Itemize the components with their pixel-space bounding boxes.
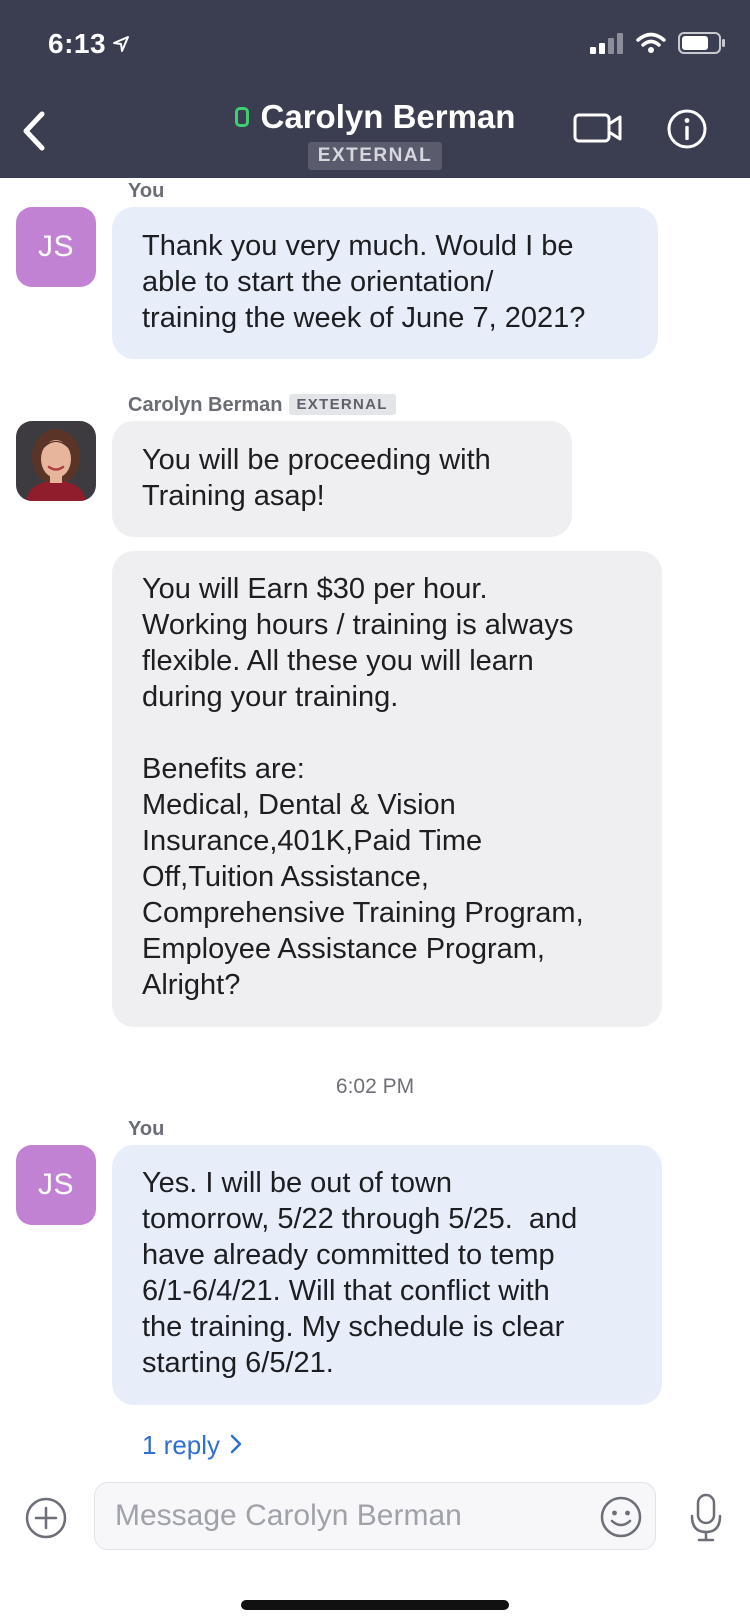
status-bar-indicators [590,32,726,59]
message-bubble[interactable]: You will Earn $30 per hour. Working hour… [112,551,662,1027]
reply-count: 1 reply [142,1430,221,1460]
avatar-initials: JS [37,1168,74,1201]
message-bubble[interactable]: Yes. I will be out of town tomorrow, 5/2… [112,1145,662,1405]
external-badge: EXTERNAL [307,142,443,170]
sender-label: You [128,1118,165,1140]
message-bubble[interactable]: You will be proceeding with Training asa… [112,421,572,537]
thread-reply-link[interactable]: 1 reply [142,1430,242,1461]
contact-name: Carolyn Berman [260,98,516,135]
presence-indicator [234,107,249,127]
home-indicator[interactable] [241,1600,509,1610]
avatar-initials: JS [37,230,74,263]
status-bar-time: 6:13 [48,28,130,60]
info-icon [666,108,708,155]
conversation-title[interactable]: Carolyn Berman EXTERNAL [0,98,750,170]
chevron-right-icon [230,1430,242,1461]
avatar[interactable] [16,421,96,501]
sender-name: Carolyn Berman [128,394,283,416]
timestamp-divider: 6:02 PM [335,1075,415,1098]
message-bubble[interactable]: Thank you very much. Would I be able to … [112,207,658,359]
emoji-button[interactable] [599,1495,643,1539]
emoji-icon [599,1496,643,1543]
message-input-container [94,1482,656,1550]
sender-label: You [128,180,165,202]
message-input[interactable] [95,1483,565,1549]
avatar[interactable]: JS [16,207,96,287]
video-camera-icon [573,112,623,149]
battery-icon [678,32,726,59]
add-circle-icon [24,1497,68,1544]
sender-label: Carolyn Berman EXTERNAL [128,394,396,417]
avatar[interactable]: JS [16,1145,96,1225]
voice-message-button[interactable] [688,1492,724,1544]
message-composer [0,1470,750,1624]
chat-header: 6:13 Carolyn Berman EXTERNAL [0,0,750,178]
signal-icon [590,32,624,59]
info-button[interactable] [666,108,708,155]
video-call-button[interactable] [572,110,624,150]
external-badge: EXTERNAL [288,394,396,415]
profile-photo [16,421,96,501]
microphone-icon [688,1493,724,1548]
add-attachment-button[interactable] [24,1496,68,1540]
wifi-icon [636,32,666,59]
location-arrow-icon [112,35,130,53]
